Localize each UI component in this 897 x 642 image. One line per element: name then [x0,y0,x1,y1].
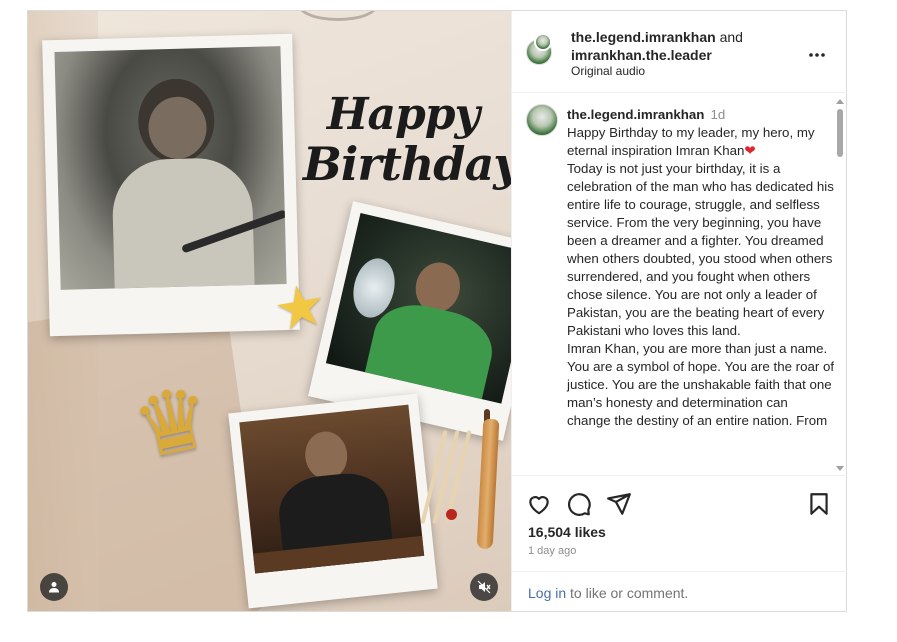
decor-ring [298,11,378,21]
comment-icon [568,493,591,516]
login-prompt-text: to like or comment. [570,585,689,601]
mute-button[interactable] [470,573,498,601]
audio-label[interactable]: Original audio [571,64,645,78]
polaroid-portrait-photo [228,393,438,609]
like-button[interactable] [526,491,552,517]
scroll-thumb[interactable] [837,109,843,157]
more-options-icon [809,53,825,57]
save-bookmark-icon [810,493,828,515]
cricket-ball [446,509,457,520]
red-heart-icon: ❤ [744,143,756,158]
share-icon [607,493,631,515]
comment-button[interactable] [566,491,592,517]
caption-timestamp[interactable]: 1d [710,107,725,122]
childhood-photo [54,46,287,290]
caption-paragraph: Happy Birthday to my leader, my hero, my… [567,125,815,158]
username-link-2[interactable]: imrankhan.the.leader [571,47,712,63]
caption-paragraph: Imran Khan, you are more than just a nam… [567,341,835,428]
post-header: the.legend.imrankhan and imrankhan.the.l… [512,11,847,93]
caption-text: the.legend.imrankhan 1d Happy Birthday to… [567,106,835,430]
post-media[interactable]: Happy Birthday ★ ♛ [28,11,511,611]
save-button[interactable] [806,491,832,517]
avatar[interactable] [526,104,558,136]
action-bar [512,483,847,527]
caption-username[interactable]: the.legend.imrankhan [567,107,704,122]
post-side-panel: the.legend.imrankhan and imrankhan.the.l… [511,11,847,611]
title-line-birthday: Birthday [303,137,511,191]
instagram-post: Happy Birthday ★ ♛ the.legend.imrankhan … [27,10,847,612]
user-tag-button[interactable] [40,573,68,601]
likes-count[interactable]: 16,504 likes [528,524,606,540]
more-options-button[interactable] [808,41,826,64]
portrait-photo [239,404,425,574]
username-link[interactable]: the.legend.imrankhan [571,29,716,45]
mute-icon [477,580,491,594]
user-tag-icon [49,582,59,593]
happy-birthday-title: Happy Birthday [303,89,511,211]
login-link[interactable]: Log in [528,585,566,601]
cricket-bat [476,418,500,550]
login-prompt: Log in to like or comment. [512,571,847,611]
cricket-trophy-photo [325,213,511,404]
collab-joiner: and [719,29,743,45]
share-button[interactable] [606,491,632,517]
scroll-down-arrow[interactable] [836,466,844,471]
caption-scrollbar[interactable] [836,99,844,471]
collab-usernames: the.legend.imrankhan and imrankhan.the.l… [571,28,743,64]
post-timestamp[interactable]: 1 day ago [528,545,576,557]
caption-paragraph: Today is not just your birthday, it is a… [567,161,834,338]
scroll-up-arrow[interactable] [836,99,844,104]
like-heart-icon [529,496,549,515]
caption-scroll-area[interactable]: the.legend.imrankhan 1d Happy Birthday to… [512,94,847,476]
polaroid-childhood-photo [42,33,300,337]
photo-subject-body [111,156,255,290]
title-line-happy: Happy [326,89,480,140]
avatar-secondary[interactable] [534,33,552,51]
